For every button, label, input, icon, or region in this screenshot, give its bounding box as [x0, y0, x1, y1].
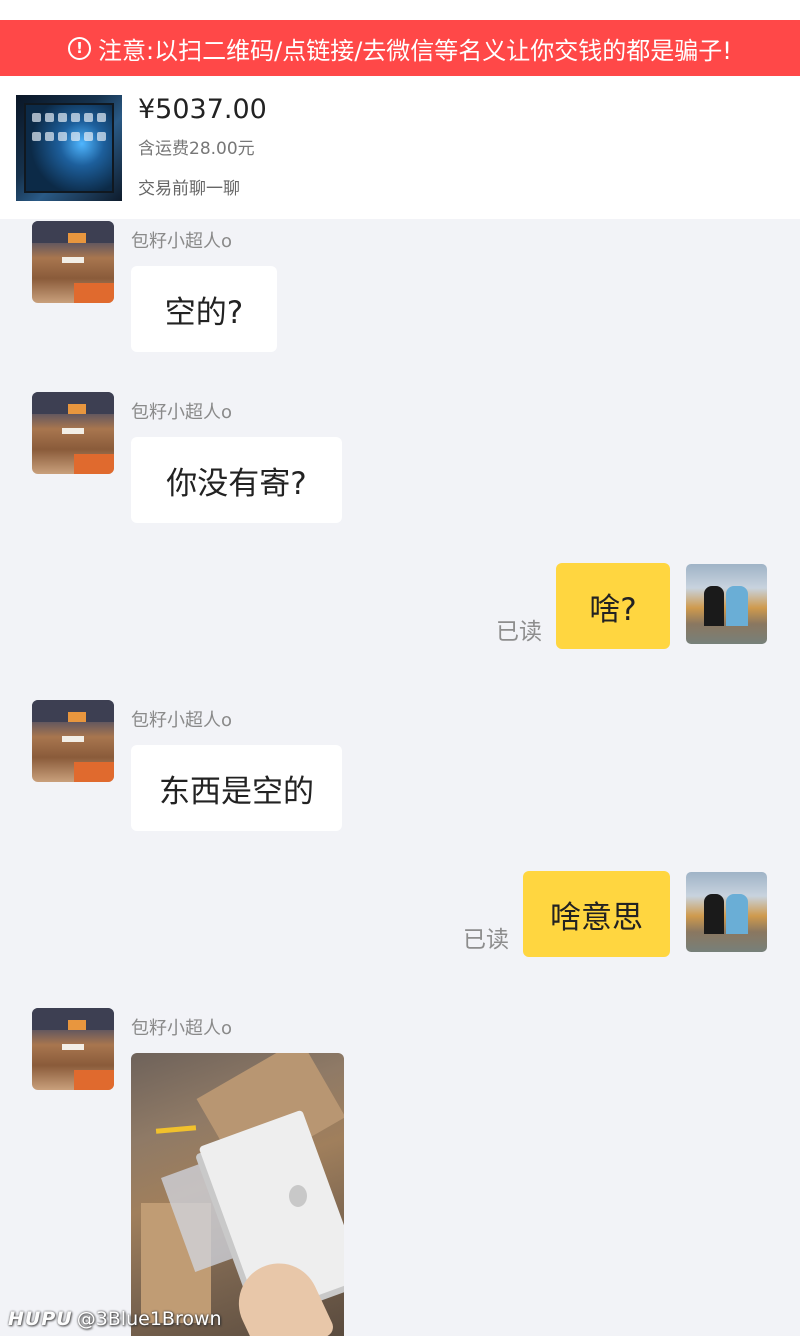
status-strip: [0, 0, 800, 20]
message-bubble[interactable]: 你没有寄?: [131, 437, 342, 523]
sender-name: 包籽小超人o: [131, 402, 233, 423]
watermark: HUPU @3Blue1Brown: [8, 1308, 222, 1330]
read-status: 已读: [463, 927, 509, 953]
message-bubble[interactable]: 空的?: [131, 266, 277, 352]
message-bubble-self[interactable]: 啥?: [556, 563, 670, 649]
product-card[interactable]: ¥5037.00 含运费28.00元 交易前聊一聊: [0, 76, 800, 219]
message-bubble[interactable]: 东西是空的: [131, 745, 342, 831]
message-bubble-self[interactable]: 啥意思: [523, 871, 670, 957]
avatar-other[interactable]: [32, 392, 114, 474]
avatar-other[interactable]: [32, 700, 114, 782]
warning-text: 注意:以扫二维码/点链接/去微信等名义让你交钱的都是骗子!: [98, 36, 732, 65]
product-price: ¥5037.00: [138, 94, 267, 125]
sender-name: 包籽小超人o: [131, 1018, 233, 1039]
sender-name: 包籽小超人o: [131, 710, 233, 731]
watermark-brand: HUPU: [8, 1308, 73, 1330]
scam-warning-banner: ! 注意:以扫二维码/点链接/去微信等名义让你交钱的都是骗子!: [0, 20, 800, 76]
alert-circle-icon: !: [68, 36, 92, 60]
photo-message[interactable]: [131, 1053, 344, 1336]
avatar-self[interactable]: [686, 872, 767, 952]
shipping-fee: 含运费28.00元: [138, 139, 255, 159]
chat-before-trade-note: 交易前聊一聊: [138, 179, 240, 199]
avatar-other[interactable]: [32, 1008, 114, 1090]
product-thumbnail[interactable]: [16, 95, 122, 201]
watermark-handle: @3Blue1Brown: [76, 1308, 222, 1330]
chat-screen: ! 注意:以扫二维码/点链接/去微信等名义让你交钱的都是骗子! ¥5037.00…: [0, 0, 800, 1336]
sender-name: 包籽小超人o: [131, 231, 233, 252]
avatar-other[interactable]: [32, 221, 114, 303]
read-status: 已读: [496, 619, 542, 645]
avatar-self[interactable]: [686, 564, 767, 644]
